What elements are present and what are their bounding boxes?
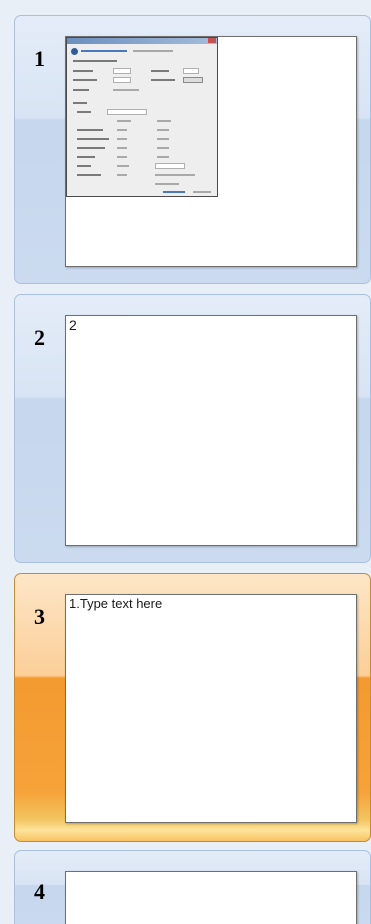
embedded-dialog-screenshot	[66, 37, 218, 197]
slide-thumbnail-4[interactable]: 4	[14, 850, 371, 924]
slide-preview[interactable]: 1.Type text here	[65, 594, 357, 823]
slide-thumbnail-1[interactable]: 1	[14, 15, 371, 284]
slide-number: 2	[34, 325, 45, 350]
slide-number: 4	[34, 879, 45, 904]
slide-number: 1	[34, 46, 45, 71]
slide-text: 1.Type text here	[69, 596, 163, 611]
slide-thumbnail-2[interactable]: 2 2	[14, 294, 371, 563]
slide-preview[interactable]: 2	[65, 315, 357, 546]
slide-preview[interactable]	[65, 871, 357, 924]
slide-text: 2	[69, 317, 77, 333]
slide-number: 3	[34, 604, 45, 629]
slides-panel: 1 2 2 3 1.Type text here 4	[0, 0, 371, 924]
slide-preview[interactable]	[65, 36, 357, 267]
slide-thumbnail-3[interactable]: 3 1.Type text here	[14, 573, 371, 842]
